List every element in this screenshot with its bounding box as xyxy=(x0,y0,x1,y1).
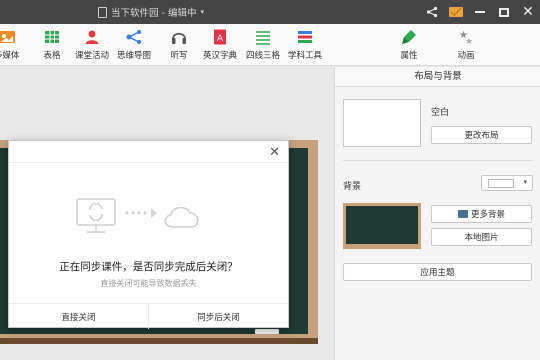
dialog-subtext: 直接关闭可能导致数据丢失 xyxy=(100,279,197,288)
close-after-sync-button[interactable]: 同步后关闭 xyxy=(148,304,288,329)
mindmap-icon xyxy=(125,28,143,46)
sync-illustration xyxy=(75,197,225,237)
sync-dialog: ✕ 正在同步课件，是否同步完成后关闭？ 直接关闭可能导致数据丢失 直接关闭 同步… xyxy=(8,140,289,329)
maximize-button[interactable] xyxy=(492,0,516,24)
toolbar-label: 多媒体 xyxy=(0,51,20,61)
apply-theme-button[interactable]: 应用主题 xyxy=(343,263,532,281)
toolbar-mindmap[interactable]: 思维导图 xyxy=(117,28,151,61)
local-image-button[interactable]: 本地图片 xyxy=(431,228,532,246)
toolbar-media[interactable]: 多媒体 xyxy=(0,28,20,61)
dialog-message: 正在同步课件，是否同步完成后关闭？ xyxy=(59,261,238,273)
toolbar-dictation[interactable]: 听写 xyxy=(170,28,188,61)
layout-label: 空白 xyxy=(431,108,450,118)
tab-label: 属性 xyxy=(400,51,418,61)
tab-properties[interactable]: 属性 xyxy=(400,28,418,61)
change-layout-label: 更改布局 xyxy=(464,131,499,141)
toolbar-label: 课堂活动 xyxy=(75,51,110,61)
panel-title: 布局与背景 xyxy=(335,67,540,87)
close-icon: ✕ xyxy=(522,4,534,20)
brush-icon xyxy=(400,28,418,46)
document-title[interactable]: 当下软件园 - 编辑中 ▾ xyxy=(98,5,204,19)
toolbar-table[interactable]: 表格 xyxy=(43,28,61,61)
chalk-stick xyxy=(255,329,279,334)
tab-animation[interactable]: ★ ★ 动画 xyxy=(457,28,475,61)
dialog-footer: 直接关闭 同步后关闭 xyxy=(9,303,288,329)
layout-thumbnail[interactable] xyxy=(343,99,421,147)
dictionary-icon: A xyxy=(211,28,229,46)
toolbar-label: 学科工具 xyxy=(288,51,323,61)
tab-label: 动画 xyxy=(457,51,475,61)
close-button[interactable]: ✕ xyxy=(516,0,540,24)
maximize-icon xyxy=(499,7,509,17)
background-thumbnail[interactable] xyxy=(343,203,421,249)
toolbar-classroom[interactable]: 课堂活动 xyxy=(75,28,109,61)
title-bar: 当下软件园 - 编辑中 ▾ ✕ xyxy=(0,0,540,24)
more-backgrounds-button[interactable]: 更多背景 xyxy=(431,205,532,223)
chalk-tray xyxy=(0,338,318,344)
svg-text:★: ★ xyxy=(465,37,473,46)
svg-text:A: A xyxy=(217,34,224,44)
toolbar-four-lines[interactable]: 四线三格 xyxy=(246,28,280,61)
close-after-sync-label: 同步后关闭 xyxy=(197,312,240,323)
toolbar-label: 英汉字典 xyxy=(203,51,238,61)
mail-icon[interactable] xyxy=(444,0,468,24)
more-backgrounds-label: 更多背景 xyxy=(470,210,505,220)
minimize-button[interactable] xyxy=(468,0,492,24)
toolbar-label: 表格 xyxy=(43,51,61,61)
toolbar-label: 思维导图 xyxy=(117,51,152,61)
change-layout-button[interactable]: 更改布局 xyxy=(431,126,532,144)
toolbar-label: 四线三格 xyxy=(246,51,281,61)
close-now-label: 直接关闭 xyxy=(61,312,96,323)
document-title-text: 当下软件园 - 编辑中 xyxy=(111,8,197,19)
minimize-icon xyxy=(475,11,485,13)
background-label: 背景 xyxy=(343,182,362,192)
local-image-label: 本地图片 xyxy=(464,233,499,243)
toolbar-dictionary[interactable]: A 英汉字典 xyxy=(203,28,237,61)
close-now-button[interactable]: 直接关闭 xyxy=(9,304,148,329)
table-icon xyxy=(43,28,61,46)
background-color-picker[interactable]: ▾ xyxy=(481,175,533,191)
stars-icon: ★ ★ xyxy=(457,28,475,46)
close-icon[interactable]: ✕ xyxy=(269,145,280,160)
dialog-header xyxy=(9,141,288,163)
share-icon[interactable] xyxy=(420,0,444,24)
toolbar-label: 听写 xyxy=(170,51,188,61)
books-icon xyxy=(296,28,314,46)
toolbar-subject-tools[interactable]: 学科工具 xyxy=(288,28,322,61)
media-icon xyxy=(0,28,16,46)
divider xyxy=(343,160,533,161)
chevron-down-icon: ▾ xyxy=(200,8,204,16)
apply-theme-label: 应用主题 xyxy=(420,268,455,278)
classroom-icon xyxy=(83,28,101,46)
properties-panel: 布局与背景 空白 更改布局 背景 ▾ 更多背景 本地图片 应用主题 xyxy=(334,67,540,360)
ribbon-toolbar: 多媒体 表格 课堂活动 思维导图 听写 A 英汉字典 四线三格 xyxy=(0,24,540,66)
document-icon xyxy=(98,6,107,18)
chevron-down-icon: ▾ xyxy=(523,178,527,186)
lines-icon xyxy=(254,28,272,46)
headphone-icon xyxy=(170,28,188,46)
color-swatch xyxy=(488,179,514,188)
image-icon xyxy=(457,210,468,218)
